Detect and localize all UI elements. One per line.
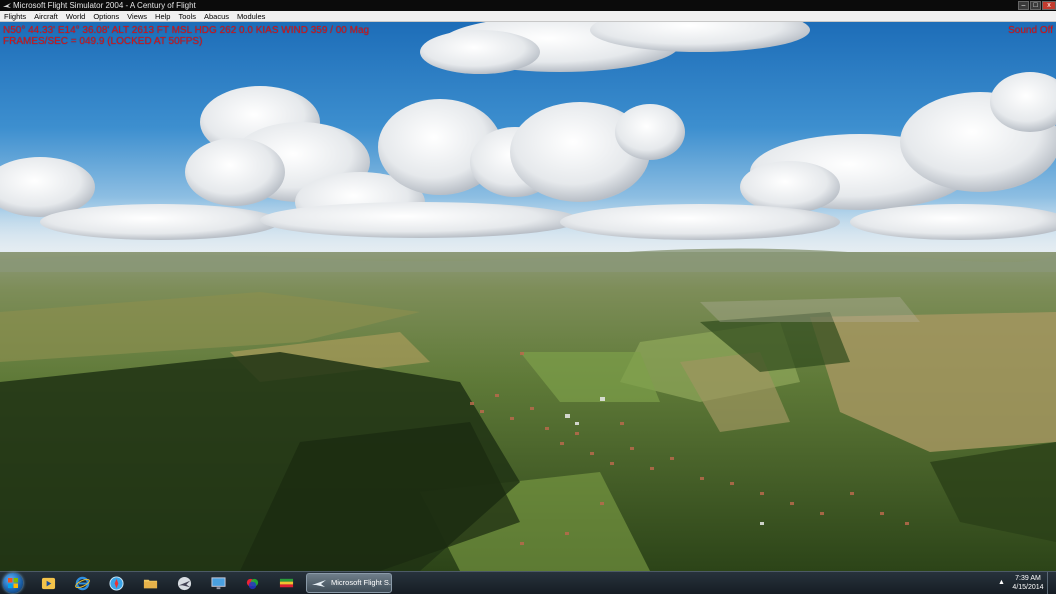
show-desktop-button[interactable] — [1047, 572, 1056, 594]
flag-app-icon[interactable] — [274, 574, 298, 592]
file-explorer-icon[interactable] — [138, 574, 162, 592]
menu-aircraft[interactable]: Aircraft — [30, 11, 62, 21]
window-controls: – □ x — [1017, 0, 1056, 11]
menu-help[interactable]: Help — [151, 11, 174, 21]
scenery-graphic — [0, 22, 1056, 571]
airplane-icon — [312, 580, 326, 587]
menu-world[interactable]: World — [62, 11, 89, 21]
show-hidden-icons-button[interactable]: ▲ — [998, 579, 1005, 586]
menu-views[interactable]: Views — [123, 11, 151, 21]
clock-date: 4/15/2014 — [1012, 584, 1044, 591]
menu-abacus[interactable]: Abacus — [200, 11, 233, 21]
internet-explorer-icon[interactable] — [70, 574, 94, 592]
active-task-flight-simulator[interactable]: Microsoft Flight S... — [306, 573, 392, 593]
system-clock[interactable]: 7:39 AM 4/15/2014 — [1010, 574, 1046, 592]
menu-flights[interactable]: Flights — [0, 11, 30, 21]
menu-bar: Flights Aircraft World Options Views Hel… — [0, 11, 1056, 22]
clock-time: 7:39 AM — [1015, 575, 1041, 582]
title-bar: Microsoft Flight Simulator 2004 - A Cent… — [0, 0, 1056, 11]
menu-options[interactable]: Options — [89, 11, 123, 21]
taskbar: Microsoft Flight S... ▲ 7:39 AM 4/15/201… — [0, 571, 1056, 594]
windows-logo-icon — [8, 578, 18, 588]
minimize-button[interactable]: – — [1018, 1, 1029, 10]
active-task-label: Microsoft Flight S... — [331, 578, 392, 587]
flight-app-icon[interactable] — [172, 574, 196, 592]
flight-scene-view[interactable] — [0, 22, 1056, 571]
safari-icon[interactable] — [104, 574, 128, 592]
monitor-app-icon[interactable] — [206, 574, 230, 592]
start-button[interactable] — [3, 573, 23, 593]
hud-position-readout: N50° 44.33' E14° 36.08' ALT 2613 FT MSL … — [3, 25, 370, 36]
app-icon — [3, 3, 11, 8]
window-title: Microsoft Flight Simulator 2004 - A Cent… — [13, 1, 196, 10]
color-wheel-icon[interactable] — [240, 574, 264, 592]
menu-tools[interactable]: Tools — [174, 11, 200, 21]
maximize-button[interactable]: □ — [1030, 1, 1041, 10]
menu-modules[interactable]: Modules — [233, 11, 269, 21]
windows-media-player-icon[interactable] — [36, 574, 60, 592]
hud-sound-status: Sound Off — [1008, 25, 1053, 36]
hud-framerate-readout: FRAMES/SEC = 049.9 (LOCKED AT 50FPS) — [3, 36, 203, 47]
close-button[interactable]: x — [1042, 1, 1056, 10]
